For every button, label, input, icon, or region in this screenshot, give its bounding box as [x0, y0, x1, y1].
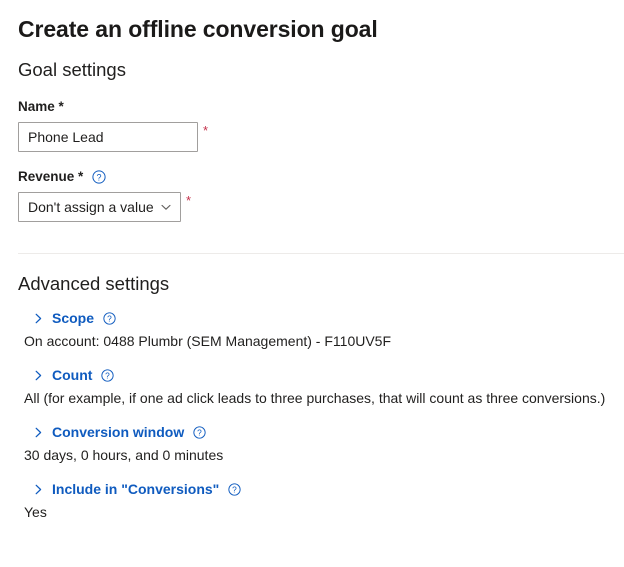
advanced-settings-heading: Advanced settings	[18, 273, 170, 294]
setting-group-conversion-window: Conversion window ? 30 days, 0 hours, an…	[18, 423, 606, 465]
help-circle-icon[interactable]: ?	[102, 311, 116, 325]
help-circle-icon[interactable]: ?	[100, 368, 114, 382]
chevron-right-icon	[33, 427, 44, 438]
revenue-label-row: Revenue * ?	[18, 168, 606, 185]
chevron-right-icon	[33, 370, 44, 381]
count-value: All (for example, if one ad click leads …	[24, 390, 606, 406]
setting-group-count: Count ? All (for example, if one ad clic…	[18, 366, 606, 408]
conversion-window-value: 30 days, 0 hours, and 0 minutes	[24, 447, 224, 463]
name-input[interactable]	[18, 122, 198, 152]
conversion-window-expander[interactable]: Conversion window ?	[18, 423, 206, 441]
help-circle-icon[interactable]: ?	[227, 482, 241, 496]
count-expander[interactable]: Count ?	[18, 366, 114, 384]
chevron-right-icon	[33, 484, 44, 495]
scope-title: Scope	[52, 310, 95, 326]
chevron-down-icon	[160, 193, 172, 221]
count-title: Count	[52, 367, 93, 383]
name-field-label: Name *	[18, 99, 64, 114]
create-conversion-goal-page: Create an offline conversion goal Goal s…	[0, 0, 624, 567]
scope-value: On account: 0488 Plumbr (SEM Management)…	[24, 333, 392, 349]
setting-group-scope: Scope ? On account: 0488 Plumbr (SEM Man…	[18, 309, 606, 351]
scope-expander[interactable]: Scope ?	[18, 309, 116, 327]
svg-text:?: ?	[197, 427, 202, 437]
name-field-row: *	[18, 122, 606, 152]
svg-text:?: ?	[97, 172, 102, 182]
include-in-conversions-expander[interactable]: Include in "Conversions" ?	[18, 480, 241, 498]
svg-text:?: ?	[232, 484, 237, 494]
name-required-asterisk: *	[203, 123, 209, 138]
name-label-row: Name *	[18, 98, 606, 115]
svg-text:?: ?	[105, 370, 110, 380]
conversion-window-title: Conversion window	[52, 424, 185, 440]
revenue-required-asterisk: *	[186, 193, 192, 208]
revenue-select[interactable]: Don't assign a value	[18, 192, 181, 222]
chevron-right-icon	[33, 313, 44, 324]
revenue-select-value: Don't assign a value	[28, 199, 154, 215]
help-circle-icon[interactable]: ?	[92, 169, 106, 184]
setting-group-include-in-conversions: Include in "Conversions" ? Yes	[18, 480, 606, 522]
svg-text:?: ?	[107, 313, 112, 323]
revenue-field-label: Revenue *	[18, 169, 84, 184]
help-circle-icon[interactable]: ?	[192, 425, 206, 439]
page-title: Create an offline conversion goal	[18, 16, 378, 42]
include-in-conversions-value: Yes	[24, 504, 47, 520]
revenue-field-row: Don't assign a value *	[18, 192, 606, 222]
include-in-conversions-title: Include in "Conversions"	[52, 481, 220, 497]
goal-settings-heading: Goal settings	[18, 59, 126, 80]
